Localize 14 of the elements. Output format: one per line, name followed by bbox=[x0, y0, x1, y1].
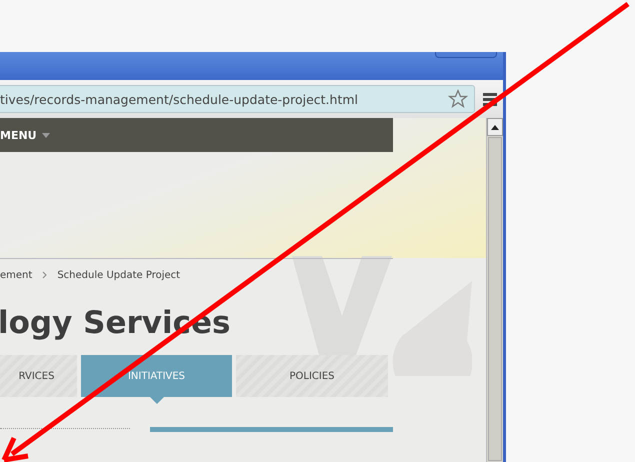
star-icon[interactable] bbox=[448, 89, 468, 109]
nav-tab[interactable]: POLICIES bbox=[236, 355, 388, 397]
window-controls[interactable] bbox=[435, 52, 497, 58]
chevron-icon bbox=[42, 271, 48, 279]
scroll-up-icon[interactable] bbox=[491, 124, 499, 130]
caret-icon bbox=[42, 132, 50, 138]
address-field[interactable]: tives/records-management/schedule-update-project.html bbox=[0, 85, 475, 113]
tab-pointer bbox=[150, 397, 164, 404]
scrollbar[interactable] bbox=[486, 118, 503, 462]
menu-link[interactable]: MENU bbox=[0, 128, 37, 142]
menu-icon[interactable] bbox=[483, 92, 497, 106]
breadcrumb-link[interactable]: Schedule Update Project bbox=[57, 270, 180, 280]
nav-tab[interactable]: RVICES bbox=[0, 355, 77, 397]
breadcrumb-link[interactable]: ement bbox=[0, 270, 32, 280]
